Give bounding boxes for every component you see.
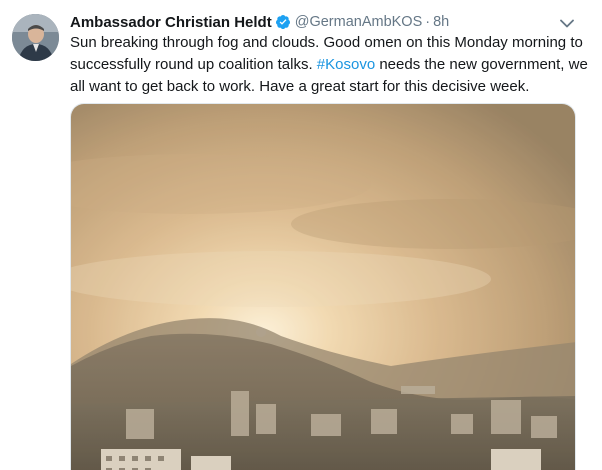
tweet-header: Ambassador Christian Heldt @GermanAmbKOS…: [70, 12, 449, 32]
verified-badge-icon: [275, 14, 291, 30]
chevron-down-icon[interactable]: [558, 14, 576, 32]
avatar-photo: [12, 14, 59, 61]
tweet-text: Sun breaking through fog and clouds. Goo…: [70, 32, 590, 98]
tweet-photo[interactable]: [70, 103, 576, 470]
avatar[interactable]: [12, 14, 59, 61]
hashtag-link[interactable]: #Kosovo: [317, 56, 375, 73]
tweet-card[interactable]: Ambassador Christian Heldt @GermanAmbKOS…: [0, 0, 602, 470]
author-handle[interactable]: @GermanAmbKOS: [295, 14, 423, 30]
tweet-timestamp[interactable]: 8h: [433, 14, 449, 30]
author-name[interactable]: Ambassador Christian Heldt: [70, 14, 272, 31]
separator-dot: ·: [425, 14, 431, 30]
sunrise-fog-photo: [71, 104, 575, 470]
